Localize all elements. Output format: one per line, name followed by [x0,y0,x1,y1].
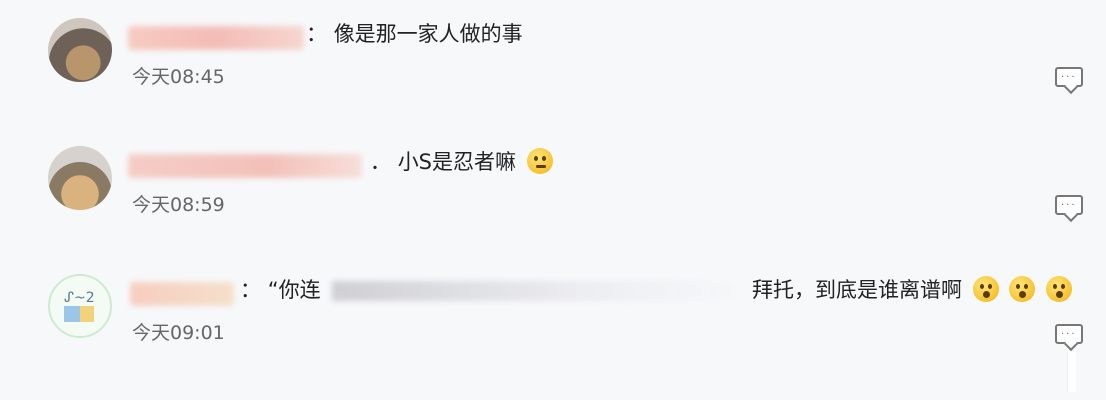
surprised-emoji-icon [1009,276,1036,302]
comment-time: 今天08:45 [132,66,225,88]
comment-content: 像是那一家人做的事 [333,22,523,46]
comment-content-start: “你连 [267,278,321,302]
comment-reply-icon[interactable]: ··· [1055,195,1083,215]
surprised-emoji-icon [972,276,999,302]
smirk-emoji-icon [526,148,553,174]
comment-reply-icon[interactable]: ··· [1055,67,1083,87]
comment-item: ： 像是那一家人做的事 今天08:45 ··· [0,0,1106,128]
username-blurred[interactable] [130,282,234,306]
avatar-block-icon [64,306,80,322]
avatar-doodle-icon: ᔑ~2 [64,290,95,306]
comment-text: ． 小S是忍者嘛 [370,148,553,176]
avatar[interactable] [48,146,112,210]
avatar[interactable] [48,18,112,82]
name-separator: ： [306,22,327,46]
comment-time: 今天08:59 [132,194,225,216]
avatar[interactable]: ᔑ~2 [48,274,112,338]
avatar-block-icon [80,306,94,322]
comment-item: ． 小S是忍者嘛 今天08:59 ··· [0,128,1106,256]
comment-reply-icon[interactable]: ··· [1055,324,1083,344]
comment-text-start: ： “你连 [240,276,321,304]
name-separator: ． [370,150,391,174]
redacted-text [332,281,744,301]
username-blurred[interactable] [128,154,362,178]
username-blurred[interactable] [128,26,304,50]
comment-text-end: 拜托，到底是谁离谱啊 [752,276,1073,304]
comment-text: ： 像是那一家人做的事 [306,20,523,48]
surprised-emoji-icon [1046,276,1073,302]
comment-item: ᔑ~2 ： “你连 拜托，到底是谁离谱啊 今天09:01 ··· [0,256,1106,392]
name-separator: ： [240,278,261,302]
comment-time: 今天09:01 [132,322,225,344]
comment-content-end: 拜托，到底是谁离谱啊 [752,278,962,302]
scrollbar[interactable] [1067,352,1076,392]
comment-content: 小S是忍者嘛 [397,150,517,174]
